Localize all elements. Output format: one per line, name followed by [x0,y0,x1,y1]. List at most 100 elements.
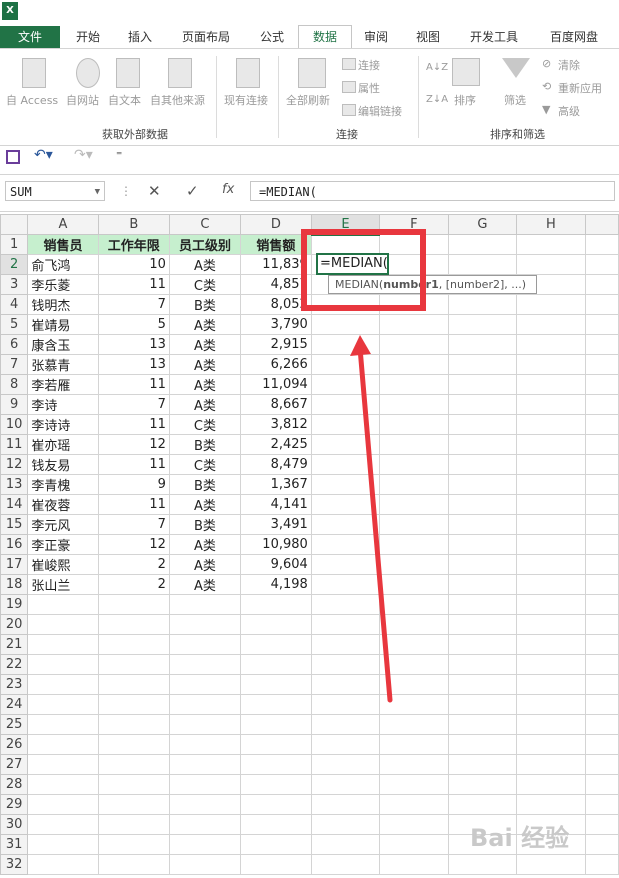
empty-cell[interactable] [240,714,312,735]
row-header[interactable]: 20 [0,614,29,635]
empty-cell[interactable] [310,754,381,775]
data-cell[interactable]: 崔靖易 [27,314,99,335]
empty-cell[interactable] [97,594,170,615]
empty-cell[interactable] [447,494,518,515]
data-cell[interactable]: 11 [97,454,170,475]
empty-cell[interactable] [447,734,518,755]
data-cell[interactable]: B类 [168,434,242,455]
data-cell[interactable]: B类 [168,514,242,535]
empty-cell[interactable] [168,774,242,795]
data-cell[interactable]: 9 [97,474,170,495]
row-header[interactable]: 8 [0,374,29,395]
empty-cell[interactable] [584,254,619,275]
empty-cell[interactable] [379,814,449,835]
empty-cell[interactable] [447,334,518,355]
row-header[interactable]: 6 [0,334,29,355]
empty-cell[interactable] [447,514,518,535]
data-cell[interactable]: 4,198 [240,574,312,595]
empty-cell[interactable] [516,494,586,515]
empty-cell[interactable] [97,714,170,735]
empty-cell[interactable] [168,734,242,755]
column-header-b[interactable]: B [97,214,170,235]
data-cell[interactable]: C类 [168,414,242,435]
empty-cell[interactable] [447,554,518,575]
data-cell[interactable]: A类 [168,314,242,335]
cancel-icon[interactable]: ✕ [148,182,161,200]
data-cell[interactable]: 11 [97,374,170,395]
data-cell[interactable]: 2,425 [240,434,312,455]
empty-cell[interactable] [447,614,518,635]
empty-cell[interactable] [584,534,619,555]
empty-cell[interactable] [240,654,312,675]
filter-button[interactable]: 筛选 [504,92,526,108]
data-cell[interactable]: 崔峻熙 [27,554,99,575]
empty-cell[interactable] [584,754,619,775]
empty-cell[interactable] [97,834,170,855]
data-cell[interactable]: 康含玉 [27,334,99,355]
data-cell[interactable]: 钱友易 [27,454,99,475]
row-header[interactable]: 3 [0,274,29,295]
data-cell[interactable]: A类 [168,534,242,555]
empty-cell[interactable] [168,594,242,615]
empty-cell[interactable] [447,794,518,815]
empty-cell[interactable] [584,474,619,495]
row-header[interactable]: 26 [0,734,29,755]
data-cell[interactable]: A类 [168,494,242,515]
empty-cell[interactable] [168,654,242,675]
data-cell[interactable]: 2,915 [240,334,312,355]
from-access-button[interactable]: 自 Access [6,92,58,108]
empty-cell[interactable] [584,514,619,535]
empty-cell[interactable] [240,694,312,715]
empty-cell[interactable] [168,754,242,775]
empty-cell[interactable] [240,594,312,615]
empty-cell[interactable] [516,614,586,635]
empty-cell[interactable] [447,414,518,435]
data-cell[interactable]: 俞飞鸿 [27,254,99,275]
row-header[interactable]: 17 [0,554,29,575]
empty-cell[interactable] [379,834,449,855]
data-cell[interactable]: 11 [97,494,170,515]
data-cell[interactable]: A类 [168,574,242,595]
empty-cell[interactable] [516,474,586,495]
empty-cell[interactable] [584,574,619,595]
data-cell[interactable]: 8,667 [240,394,312,415]
empty-cell[interactable] [97,614,170,635]
data-cell[interactable]: A类 [168,374,242,395]
row-header[interactable]: 10 [0,414,29,435]
empty-cell[interactable] [584,734,619,755]
data-cell[interactable]: 李乐菱 [27,274,99,295]
empty-cell[interactable] [516,774,586,795]
empty-cell[interactable] [97,734,170,755]
row-header[interactable]: 25 [0,714,29,735]
empty-cell[interactable] [516,574,586,595]
data-cell[interactable]: 张慕青 [27,354,99,375]
column-header-h[interactable]: H [516,214,586,235]
empty-cell[interactable] [516,374,586,395]
empty-cell[interactable] [27,834,99,855]
tab-data[interactable]: 数据 [298,25,352,50]
empty-cell[interactable] [516,334,586,355]
edit-links-button[interactable]: 编辑链接 [358,103,402,119]
empty-cell[interactable] [447,374,518,395]
empty-cell[interactable] [516,654,586,675]
empty-cell[interactable] [447,774,518,795]
empty-cell[interactable] [447,314,518,335]
chevron-down-icon[interactable]: ▼ [95,182,100,202]
data-cell[interactable]: A类 [168,554,242,575]
row-header[interactable]: 16 [0,534,29,555]
sort-az-icon[interactable]: A↓Z [426,62,448,73]
empty-cell[interactable] [168,834,242,855]
empty-cell[interactable] [584,234,619,255]
empty-cell[interactable] [27,594,99,615]
empty-cell[interactable] [584,374,619,395]
clear-button[interactable]: 清除 [558,57,580,73]
empty-cell[interactable] [584,274,619,295]
sort-button[interactable]: 排序 [454,92,476,108]
tab-review[interactable]: 审阅 [350,26,402,48]
empty-cell[interactable] [240,614,312,635]
empty-cell[interactable] [168,694,242,715]
empty-cell[interactable] [97,674,170,695]
empty-cell[interactable] [584,634,619,655]
empty-cell[interactable] [168,634,242,655]
empty-cell[interactable] [27,614,99,635]
